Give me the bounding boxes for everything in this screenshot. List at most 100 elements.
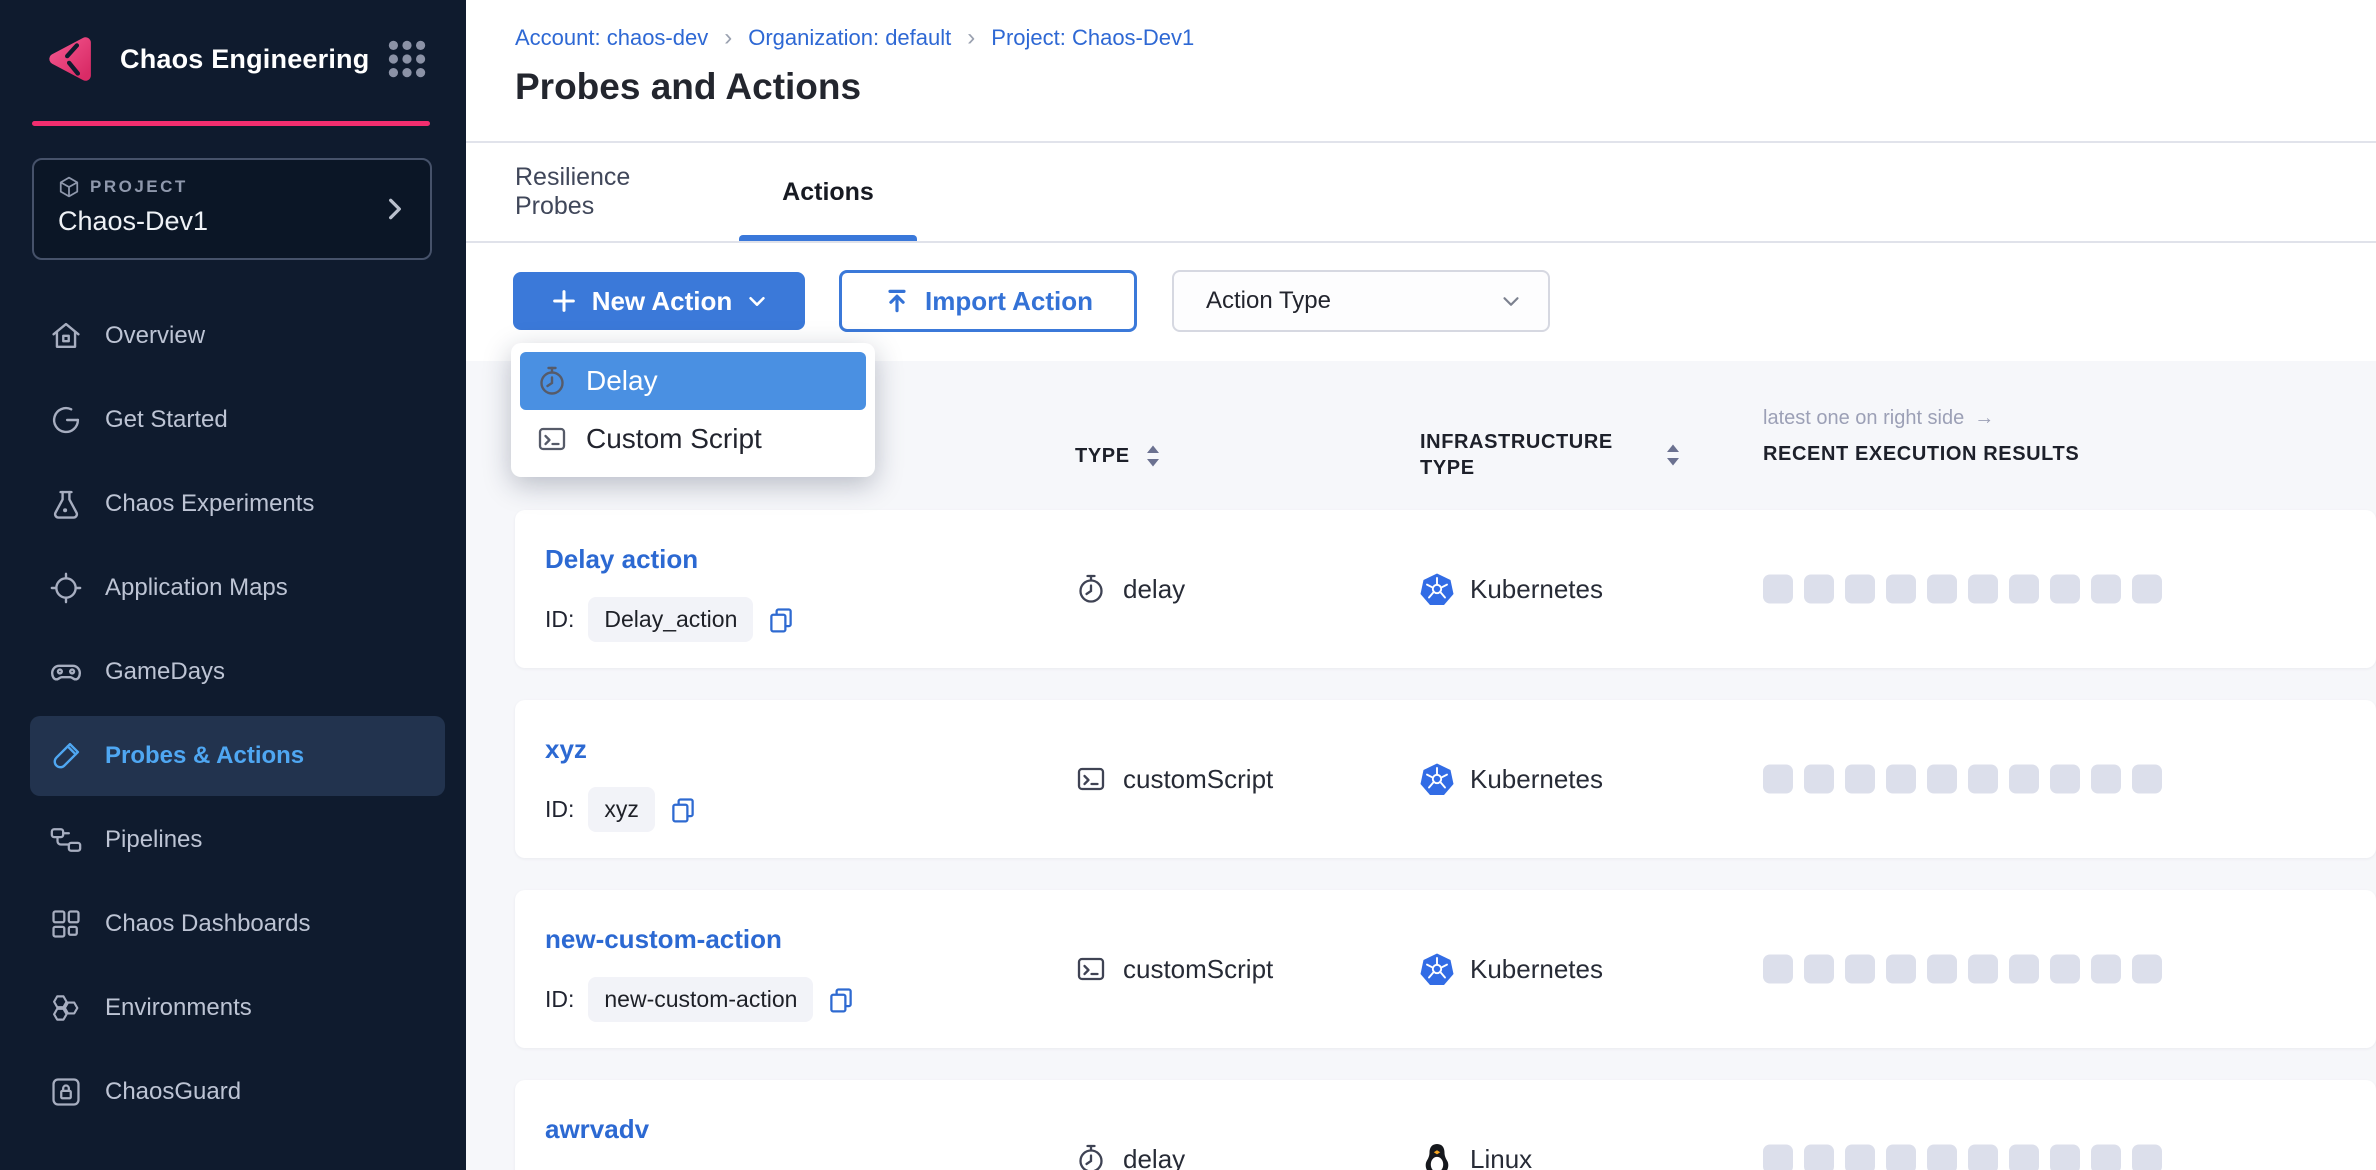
id-label: ID: — [545, 606, 574, 633]
name-cell: Delay action ID: Delay_action — [545, 510, 795, 642]
recent-execution-results — [1763, 765, 2162, 794]
copy-icon[interactable] — [767, 606, 795, 634]
test-tube-icon — [49, 739, 83, 773]
kubernetes-icon — [1420, 762, 1454, 796]
terminal-icon — [1075, 763, 1107, 795]
new-action-button[interactable]: New Action — [513, 272, 805, 330]
table-row[interactable]: awrvadv delay Linux — [515, 1080, 2376, 1170]
result-placeholder — [1927, 1145, 1957, 1170]
name-cell: new-custom-action ID: new-custom-action — [545, 890, 855, 1022]
chevron-right-icon: › — [724, 24, 732, 52]
copy-icon[interactable] — [669, 796, 697, 824]
sidebar-item-label: Environments — [105, 994, 252, 1022]
menu-item-label: Custom Script — [586, 423, 762, 455]
sidebar-item-overview[interactable]: Overview — [0, 294, 466, 378]
result-placeholder — [2009, 575, 2039, 604]
result-placeholder — [1886, 1145, 1916, 1170]
harness-chaos-logo-icon — [44, 30, 102, 88]
infrastructure-cell: Kubernetes — [1420, 952, 1603, 986]
import-upload-icon — [883, 287, 911, 315]
menu-item-delay[interactable]: Delay — [520, 352, 866, 410]
new-action-dropdown-menu: Delay Custom Script — [511, 343, 875, 477]
sort-icon[interactable] — [1144, 443, 1162, 469]
stopwatch-icon — [1075, 573, 1107, 605]
sidebar-item-application-maps[interactable]: Application Maps — [0, 546, 466, 630]
project-selector[interactable]: PROJECT Chaos-Dev1 — [32, 158, 432, 260]
result-placeholder — [2009, 765, 2039, 794]
breadcrumb: Account: chaos-dev › Organization: defau… — [515, 24, 1194, 52]
breadcrumb-organization[interactable]: Organization: default — [748, 25, 951, 51]
chevron-down-icon — [1498, 288, 1524, 314]
sidebar-item-pipelines[interactable]: Pipelines — [0, 798, 466, 882]
result-placeholder — [1927, 575, 1957, 604]
recent-execution-results — [1763, 1145, 2162, 1170]
table-row[interactable]: Delay action ID: Delay_action — [515, 510, 2376, 668]
app-grid-icon[interactable] — [384, 36, 430, 82]
menu-item-custom-script[interactable]: Custom Script — [520, 410, 866, 468]
result-placeholder — [2091, 765, 2121, 794]
sidebar-item-label: Chaos Experiments — [105, 490, 314, 518]
sidebar-item-gamedays[interactable]: GameDays — [0, 630, 466, 714]
result-placeholder — [1968, 765, 1998, 794]
type-value: customScript — [1123, 954, 1273, 985]
result-placeholder — [2091, 575, 2121, 604]
result-placeholder — [1845, 765, 1875, 794]
result-placeholder — [1763, 765, 1793, 794]
action-name-link[interactable]: new-custom-action — [545, 924, 855, 955]
pipeline-icon — [49, 823, 83, 857]
sidebar-item-label: Probes & Actions — [105, 742, 304, 770]
chevron-right-icon: › — [967, 24, 975, 52]
result-placeholder — [1927, 765, 1957, 794]
result-placeholder — [2050, 1145, 2080, 1170]
table-row[interactable]: new-custom-action ID: new-custom-action — [515, 890, 2376, 1048]
breadcrumb-account[interactable]: Account: chaos-dev — [515, 25, 708, 51]
result-placeholder — [2050, 765, 2080, 794]
brand-row: Chaos Engineering — [44, 26, 430, 92]
gamepad-icon — [49, 655, 83, 689]
action-name-link[interactable]: awrvadv — [545, 1114, 649, 1145]
result-placeholder — [2091, 1145, 2121, 1170]
sidebar-item-probes-actions[interactable]: Probes & Actions — [30, 716, 445, 796]
sidebar-item-get-started[interactable]: Get Started — [0, 378, 466, 462]
action-id-value: xyz — [588, 787, 655, 832]
result-placeholder — [1886, 765, 1916, 794]
sidebar-item-chaosguard[interactable]: ChaosGuard — [0, 1050, 466, 1134]
result-placeholder — [2050, 955, 2080, 984]
result-placeholder — [2050, 575, 2080, 604]
result-placeholder — [1886, 955, 1916, 984]
name-cell: awrvadv — [545, 1080, 649, 1145]
tab-resilience-probes[interactable]: Resilience Probes — [515, 143, 677, 241]
result-placeholder — [2132, 1145, 2162, 1170]
kubernetes-icon — [1420, 952, 1454, 986]
id-label: ID: — [545, 986, 574, 1013]
actions-list-area: latest one on right side → TYPE INFRASTR… — [466, 361, 2376, 1170]
id-label: ID: — [545, 796, 574, 823]
result-placeholder — [2132, 765, 2162, 794]
action-name-link[interactable]: Delay action — [545, 544, 795, 575]
result-placeholder — [2132, 575, 2162, 604]
sidebar-item-label: Pipelines — [105, 826, 202, 854]
kubernetes-icon — [1420, 572, 1454, 606]
sort-icon[interactable] — [1664, 442, 1682, 468]
brand-divider — [32, 121, 430, 126]
result-placeholder — [2091, 955, 2121, 984]
sidebar-item-chaos-dashboards[interactable]: Chaos Dashboards — [0, 882, 466, 966]
copy-icon[interactable] — [827, 986, 855, 1014]
action-type-filter[interactable]: Action Type — [1172, 270, 1550, 332]
terminal-icon — [1075, 953, 1107, 985]
table-row[interactable]: xyz ID: xyz customScript — [515, 700, 2376, 858]
linux-icon — [1420, 1142, 1454, 1170]
infrastructure-value: Kubernetes — [1470, 764, 1603, 795]
import-action-button[interactable]: Import Action — [839, 270, 1137, 332]
recent-execution-results — [1763, 955, 2162, 984]
type-value: customScript — [1123, 764, 1273, 795]
tab-actions[interactable]: Actions — [739, 143, 917, 241]
breadcrumb-project[interactable]: Project: Chaos-Dev1 — [991, 25, 1194, 51]
plus-icon — [550, 287, 578, 315]
sidebar-nav: Overview Get Started Chaos Experiments — [0, 294, 466, 1134]
result-placeholder — [1968, 1145, 1998, 1170]
action-name-link[interactable]: xyz — [545, 734, 697, 765]
sidebar-item-environments[interactable]: Environments — [0, 966, 466, 1050]
column-header-results-label: RECENT EXECUTION RESULTS — [1763, 443, 2079, 466]
sidebar-item-chaos-experiments[interactable]: Chaos Experiments — [0, 462, 466, 546]
